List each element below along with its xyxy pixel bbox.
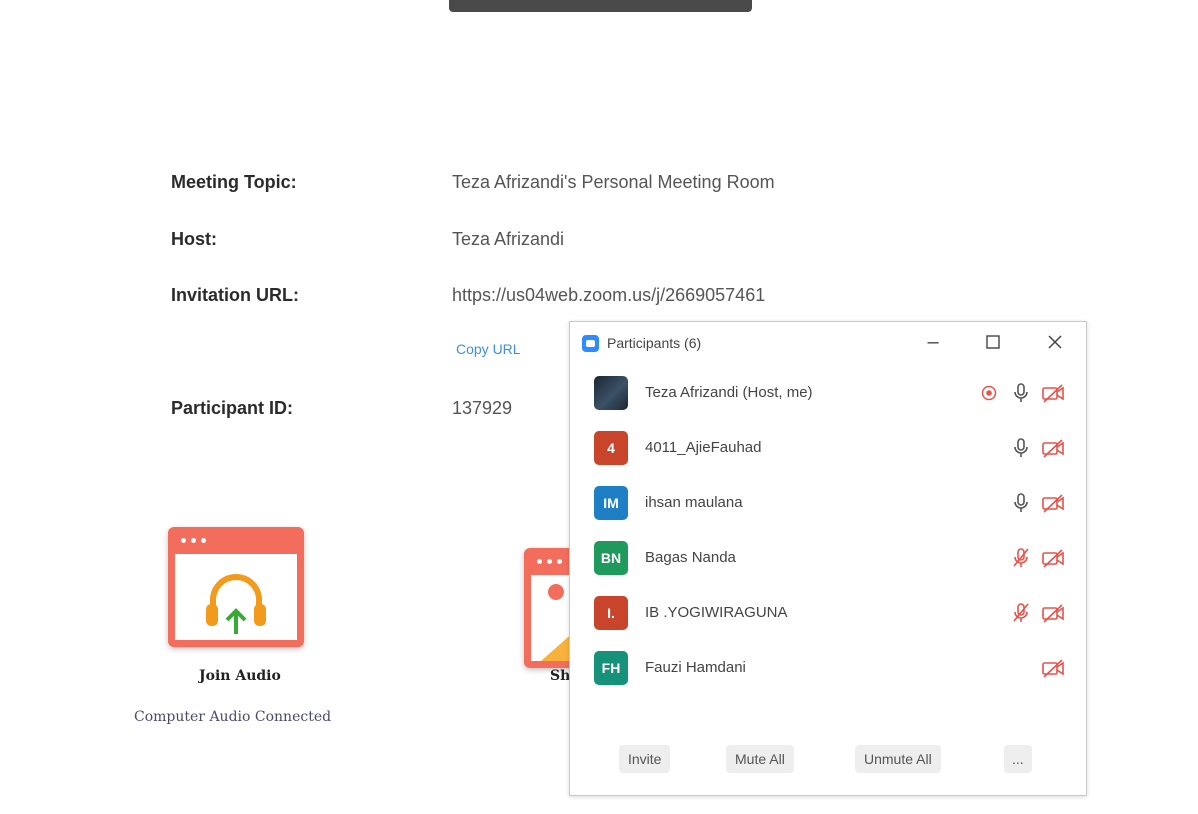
invitation-url-label: Invitation URL:: [171, 285, 299, 305]
participant-avatar: FH: [594, 651, 628, 685]
audio-status-text: Computer Audio Connected: [134, 709, 332, 725]
participant-row[interactable]: Teza Afrizandi (Host, me): [570, 373, 1086, 413]
participant-row[interactable]: 4 4011_AjieFauhad: [570, 428, 1086, 468]
meeting-topic-value: Teza Afrizandi's Personal Meeting Room: [452, 172, 775, 192]
participant-name: 4011_AjieFauhad: [645, 439, 762, 456]
microphone-icon[interactable]: [1009, 381, 1033, 405]
video-off-icon[interactable]: [1041, 436, 1065, 460]
video-off-icon[interactable]: [1041, 546, 1065, 570]
microphone-icon[interactable]: [1009, 491, 1033, 515]
participant-name: IB .YOGIWIRAGUNA: [645, 604, 788, 621]
participant-row[interactable]: I. IB .YOGIWIRAGUNA: [570, 593, 1086, 633]
participant-name: Bagas Nanda: [645, 549, 736, 566]
participant-avatar: BN: [594, 541, 628, 575]
participant-name: Teza Afrizandi (Host, me): [645, 384, 813, 401]
mute-all-button[interactable]: Mute All: [726, 745, 794, 773]
microphone-muted-icon[interactable]: [1009, 546, 1033, 570]
copy-url-link[interactable]: Copy URL: [456, 341, 521, 357]
participant-avatar: [594, 376, 628, 410]
participant-row[interactable]: FH Fauzi Hamdani: [570, 648, 1086, 688]
participants-title: Participants (6): [607, 335, 702, 351]
maximize-icon[interactable]: [977, 330, 1009, 354]
join-audio-window-icon: [168, 527, 304, 647]
video-off-icon[interactable]: [1041, 491, 1065, 515]
participants-title-bar: Participants (6): [582, 333, 701, 353]
more-options-button[interactable]: ...: [1004, 745, 1032, 773]
invitation-url-value: https://us04web.zoom.us/j/2669057461: [452, 285, 766, 305]
meeting-topic-label: Meeting Topic:: [171, 172, 297, 192]
unmute-all-button[interactable]: Unmute All: [855, 745, 941, 773]
host-label: Host:: [171, 229, 217, 249]
video-off-icon[interactable]: [1041, 601, 1065, 625]
meeting-topic-row: Meeting Topic: Teza Afrizandi's Personal…: [0, 172, 1198, 202]
close-icon[interactable]: [1039, 330, 1071, 354]
participant-avatar: I.: [594, 596, 628, 630]
video-off-icon[interactable]: [1041, 656, 1065, 680]
join-audio-tile[interactable]: [168, 527, 306, 647]
host-value: Teza Afrizandi: [452, 229, 565, 249]
participants-panel: Participants (6) – Teza Afrizandi (Host,…: [569, 321, 1087, 796]
participant-name: ihsan maulana: [645, 494, 743, 511]
zoom-logo-icon: [582, 334, 599, 352]
participant-row[interactable]: BN Bagas Nanda: [570, 538, 1086, 578]
participant-avatar: IM: [594, 486, 628, 520]
recording-icon: [977, 381, 1001, 405]
participant-id-value: 137929: [452, 398, 513, 418]
video-off-icon[interactable]: [1041, 381, 1065, 405]
participant-id-label: Participant ID:: [171, 398, 294, 418]
participant-row[interactable]: IM ihsan maulana: [570, 483, 1086, 523]
invite-button[interactable]: Invite: [619, 745, 671, 773]
top-toolbar-edge: [449, 0, 752, 12]
minimize-icon[interactable]: –: [917, 330, 949, 354]
participant-name: Fauzi Hamdani: [645, 659, 746, 676]
microphone-icon[interactable]: [1009, 436, 1033, 460]
share-label[interactable]: Sh: [550, 668, 570, 684]
invitation-url-row: Invitation URL: https://us04web.zoom.us/…: [0, 285, 1198, 315]
headphones-icon: [206, 574, 266, 634]
participant-avatar: 4: [594, 431, 628, 465]
microphone-muted-icon[interactable]: [1009, 601, 1033, 625]
join-audio-label[interactable]: Join Audio: [199, 668, 281, 684]
host-row: Host: Teza Afrizandi: [0, 229, 1198, 259]
